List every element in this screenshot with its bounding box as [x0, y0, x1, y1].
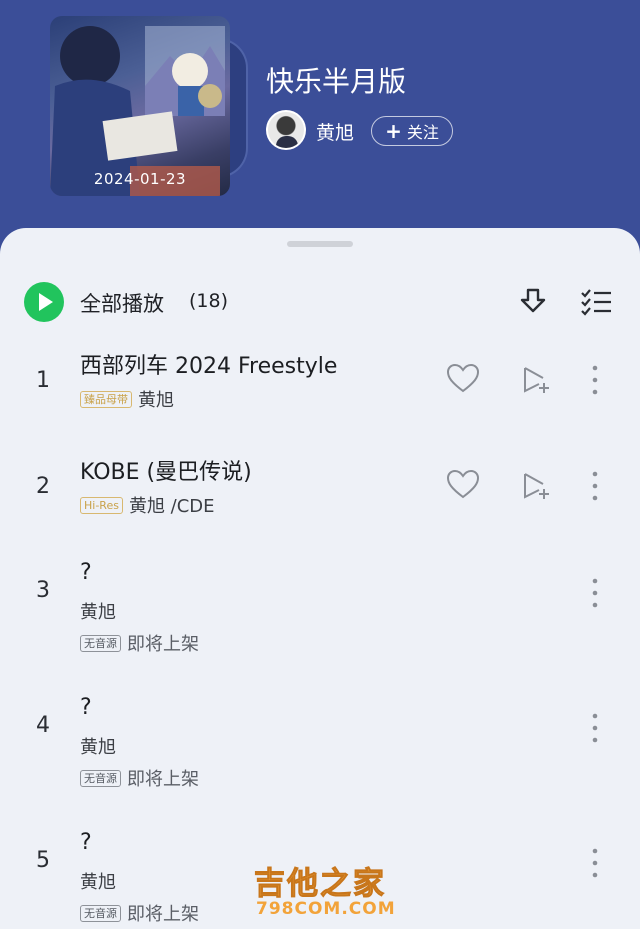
album-cover[interactable]: 2024-01-23 — [50, 16, 230, 196]
artist-name[interactable]: 黄旭 — [316, 118, 354, 145]
album-title: 快乐半月版 — [266, 65, 407, 98]
watermark-url: 798COM.COM — [256, 899, 396, 919]
song-artist[interactable]: 黄旭 — [80, 598, 116, 624]
song-meta: 臻品母带 黄旭 — [80, 386, 174, 412]
no-source-badge: 无音源 — [80, 634, 121, 652]
album-cover-art — [50, 26, 225, 196]
heart-icon[interactable] — [446, 469, 480, 501]
track-count: (18) — [189, 290, 229, 312]
song-status: 无音源 即将上架 — [80, 630, 199, 656]
hi-res-badge: Hi-Res — [80, 496, 123, 514]
coming-soon-text: 即将上架 — [127, 904, 199, 925]
song-title: 西部列车 2024 Freestyle — [80, 354, 338, 379]
more-options-icon[interactable] — [585, 363, 605, 397]
more-options-icon[interactable] — [585, 469, 605, 503]
drag-handle[interactable] — [287, 241, 353, 247]
multi-select-icon[interactable] — [580, 288, 612, 316]
song-title: ? — [80, 830, 92, 855]
track-number: 4 — [36, 713, 50, 738]
song-title: KOBE (曼巴传说) — [80, 460, 252, 485]
heart-icon[interactable] — [446, 363, 480, 395]
play-all-label[interactable]: 全部播放 — [80, 288, 164, 318]
song-row[interactable]: 2 KOBE (曼巴传说) Hi-Res 黄旭 /CDE — [0, 444, 640, 524]
song-artist[interactable]: 黄旭 — [80, 733, 116, 759]
song-artist[interactable]: 黄旭 — [138, 386, 174, 412]
coming-soon-text: 即将上架 — [127, 769, 199, 790]
song-status: 无音源 即将上架 — [80, 765, 199, 791]
track-number: 2 — [36, 474, 50, 499]
song-row[interactable]: 3 ? 黄旭 无音源 即将上架 — [0, 560, 640, 670]
plus-icon: + — [385, 119, 402, 143]
song-title: ? — [80, 695, 92, 720]
add-to-playlist-icon[interactable] — [521, 471, 551, 501]
add-to-playlist-icon[interactable] — [521, 365, 551, 395]
more-options-icon[interactable] — [585, 576, 605, 610]
no-source-badge: 无音源 — [80, 904, 121, 922]
song-meta: Hi-Res 黄旭 /CDE — [80, 492, 215, 518]
more-options-icon[interactable] — [585, 846, 605, 880]
download-icon[interactable] — [518, 286, 548, 316]
follow-button[interactable]: + 关注 — [371, 116, 453, 146]
more-options-icon[interactable] — [585, 711, 605, 745]
follow-label: 关注 — [406, 123, 439, 142]
play-all-button[interactable] — [24, 282, 64, 322]
track-number: 1 — [36, 368, 50, 393]
song-title: ? — [80, 560, 92, 585]
song-status: 无音源 即将上架 — [80, 900, 199, 926]
track-number: 5 — [36, 848, 50, 873]
coming-soon-text: 即将上架 — [127, 634, 199, 655]
song-row[interactable]: 1 西部列车 2024 Freestyle 臻品母带 黄旭 — [0, 338, 640, 418]
watermark-title: 吉他之家 — [254, 866, 386, 903]
artist-avatar[interactable] — [266, 110, 306, 150]
song-artist[interactable]: 黄旭 — [80, 868, 116, 894]
song-artist[interactable]: 黄旭 /CDE — [129, 492, 215, 518]
master-quality-badge: 臻品母带 — [80, 390, 132, 408]
release-date: 2024-01-23 — [93, 170, 187, 188]
album-header: 2024-01-23 快乐半月版 黄旭 + 关注 — [0, 0, 640, 260]
song-row[interactable]: 4 ? 黄旭 无音源 即将上架 — [0, 695, 640, 805]
no-source-badge: 无音源 — [80, 769, 121, 787]
track-number: 3 — [36, 578, 50, 603]
